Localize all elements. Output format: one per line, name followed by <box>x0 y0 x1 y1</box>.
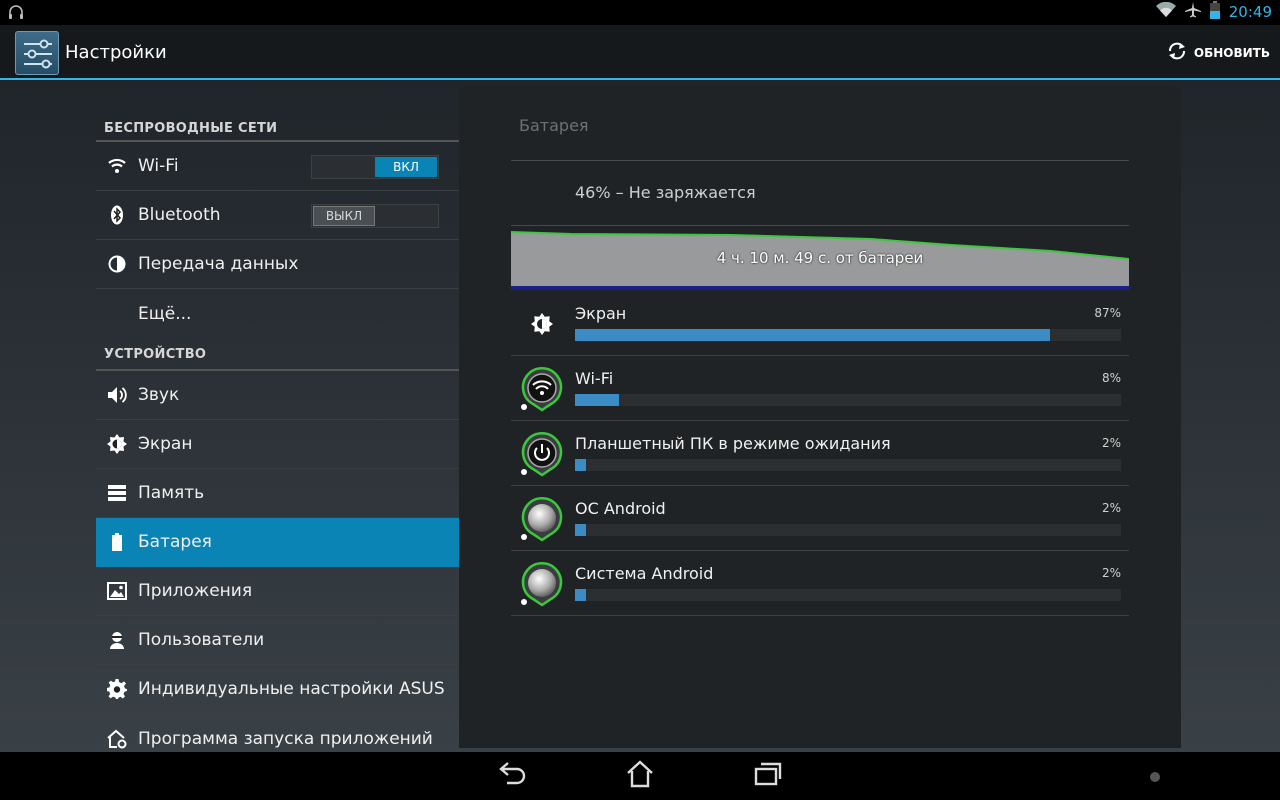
sidebar-item-label: Ещё... <box>138 303 192 324</box>
gear-icon <box>96 679 138 699</box>
android-system-icon <box>519 561 565 607</box>
usage-row-wifi[interactable]: Wi-Fi 8% <box>511 356 1129 421</box>
usage-bar-fill <box>575 329 1051 341</box>
usage-row-standby[interactable]: Планшетный ПК в режиме ожидания 2% <box>511 421 1129 486</box>
wifi-toggle[interactable]: ВКЛ <box>311 155 439 179</box>
wifi-icon <box>96 158 138 174</box>
divider <box>511 225 1129 226</box>
sidebar-item-label: Передача данных <box>138 254 299 274</box>
recent-apps-icon <box>753 761 783 791</box>
usage-bar-fill <box>575 394 619 406</box>
refresh-label: ОБНОВИТЬ <box>1193 46 1270 60</box>
sidebar-item-more[interactable]: Ещё... <box>96 289 459 338</box>
headset-icon <box>8 4 24 24</box>
usage-percent: 87% <box>1094 306 1121 320</box>
storage-icon <box>96 485 138 501</box>
sidebar-item-sound[interactable]: Звук <box>96 371 459 420</box>
menu-dot-icon <box>1150 772 1160 782</box>
power-icon <box>519 431 565 477</box>
airplane-icon <box>1184 2 1201 22</box>
usage-bar-track <box>575 459 1121 471</box>
sidebar-item-label: Пользователи <box>138 630 265 650</box>
sidebar-item-label: Батарея <box>138 532 212 552</box>
clock: 20:49 <box>1228 3 1272 21</box>
navigation-bar <box>0 752 1280 800</box>
usage-name: ОС Android <box>575 499 666 518</box>
battery-status: 46% – Не заряжается <box>575 183 756 202</box>
sidebar-item-label: Программа запуска приложений <box>138 728 433 749</box>
sidebar-item-apps[interactable]: Приложения <box>96 567 459 616</box>
bluetooth-toggle[interactable]: ВЫКЛ <box>311 204 439 228</box>
wifi-icon <box>1155 1 1176 22</box>
battery-time-label: 4 ч. 10 м. 49 с. от батареи <box>716 249 924 267</box>
sidebar-item-label: Bluetooth <box>138 205 221 225</box>
wifi-icon <box>519 366 565 412</box>
recent-apps-button[interactable] <box>746 760 790 792</box>
sidebar-item-users[interactable]: Пользователи <box>96 616 459 665</box>
usage-row-android-system[interactable]: Система Android 2% <box>511 551 1129 616</box>
back-button[interactable] <box>490 760 534 792</box>
sidebar-item-data-usage[interactable]: Передача данных <box>96 240 459 289</box>
usage-row-android-os[interactable]: ОС Android 2% <box>511 486 1129 551</box>
usage-bar-fill <box>575 459 586 471</box>
status-bar: 20:49 <box>0 0 1280 25</box>
apps-icon <box>96 582 138 600</box>
usage-bar-track <box>575 329 1121 341</box>
section-header-device: УСТРОЙСТВО <box>96 338 459 371</box>
sidebar-item-bluetooth[interactable]: Bluetooth ВЫКЛ <box>96 191 459 240</box>
usage-percent: 8% <box>1101 371 1121 385</box>
data-usage-icon <box>96 255 138 273</box>
android-os-icon <box>519 496 565 542</box>
usage-name: Система Android <box>575 564 714 583</box>
usage-name: Wi-Fi <box>575 369 614 388</box>
usage-percent: 2% <box>1101 436 1121 450</box>
sidebar-item-storage[interactable]: Память <box>96 469 459 518</box>
usage-bar-track <box>575 394 1121 406</box>
settings-sliders-icon[interactable] <box>15 31 59 75</box>
usage-bar-track <box>575 589 1121 601</box>
usage-percent: 2% <box>1101 501 1121 515</box>
back-icon <box>497 761 527 791</box>
settings-list: БЕСПРОВОДНЫЕ СЕТИ Wi-Fi ВКЛ Bluetooth ВЫ… <box>96 112 459 752</box>
panel-title: Батарея <box>519 116 589 135</box>
sidebar-item-battery[interactable]: Батарея <box>96 518 459 567</box>
battery-icon <box>96 533 138 551</box>
usage-name: Планшетный ПК в режиме ожидания <box>575 434 891 453</box>
sidebar-item-label: Приложения <box>138 581 253 601</box>
sidebar-item-label: Память <box>138 483 205 503</box>
sidebar-item-label: Экран <box>138 434 193 454</box>
sidebar-item-display[interactable]: Экран <box>96 420 459 469</box>
launcher-icon <box>96 729 138 749</box>
usage-bar-fill <box>575 589 586 601</box>
bluetooth-toggle-state: ВЫКЛ <box>313 206 375 226</box>
home-button[interactable] <box>618 760 662 792</box>
brightness-icon <box>519 301 565 347</box>
usage-percent: 2% <box>1101 566 1121 580</box>
usage-row-screen[interactable]: Экран 87% <box>511 291 1129 356</box>
sidebar-item-label: Wi-Fi <box>138 156 179 176</box>
usage-bar-fill <box>575 524 586 536</box>
users-icon <box>96 631 138 649</box>
usage-name: Экран <box>575 304 627 323</box>
display-icon <box>96 434 138 454</box>
sidebar-item-asus-settings[interactable]: Индивидуальные настройки ASUS <box>96 665 459 714</box>
refresh-icon <box>1166 40 1188 66</box>
action-bar: Настройки ОБНОВИТЬ <box>0 25 1280 80</box>
sidebar-item-launcher[interactable]: Программа запуска приложений <box>96 714 459 752</box>
section-header-wireless: БЕСПРОВОДНЫЕ СЕТИ <box>96 112 459 142</box>
wifi-toggle-state: ВКЛ <box>375 157 437 177</box>
sidebar-item-label: Индивидуальные настройки ASUS <box>138 679 445 699</box>
home-icon <box>625 760 655 792</box>
sound-icon <box>96 385 138 405</box>
usage-bar-track <box>575 524 1121 536</box>
divider <box>511 160 1129 161</box>
battery-icon <box>1209 1 1220 23</box>
page-title: Настройки <box>65 42 167 63</box>
sidebar-item-label: Звук <box>138 385 180 405</box>
battery-panel: Батарея 46% – Не заряжается 4 ч. 10 м. 4… <box>459 86 1181 748</box>
bluetooth-icon <box>96 205 138 225</box>
sidebar-item-wifi[interactable]: Wi-Fi ВКЛ <box>96 142 459 191</box>
refresh-button[interactable]: ОБНОВИТЬ <box>1166 39 1270 67</box>
battery-history-graph[interactable]: 4 ч. 10 м. 49 с. от батареи <box>510 227 1130 291</box>
